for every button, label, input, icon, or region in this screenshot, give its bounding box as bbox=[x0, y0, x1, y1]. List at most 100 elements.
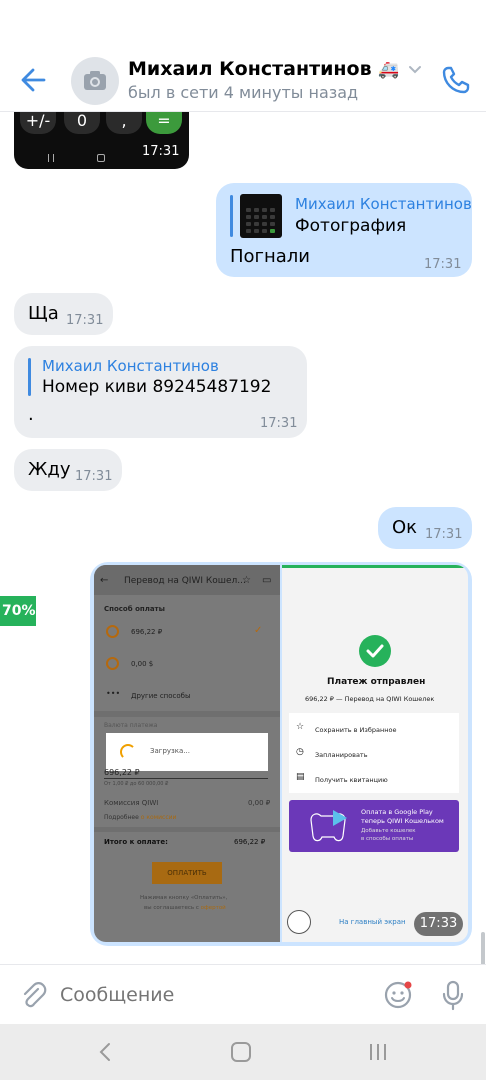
terms-link: офертой bbox=[200, 905, 226, 911]
reply-text: Фотография bbox=[295, 216, 407, 236]
back-arrow-icon[interactable] bbox=[16, 62, 52, 98]
fee-value: 0,00 ₽ bbox=[248, 799, 271, 807]
calc-key: = bbox=[146, 112, 182, 134]
screenshot-qiwi-payment[interactable]: ← Перевод на QIWI Кошел... ☆ ▭ Способ оп… bbox=[94, 565, 280, 942]
microphone-icon[interactable] bbox=[438, 979, 468, 1011]
sticker-smile-icon[interactable] bbox=[383, 980, 413, 1010]
promo-title: Оплата в Google Play bbox=[361, 808, 433, 816]
avatar[interactable] bbox=[71, 57, 119, 105]
calculator-thumbnail-icon bbox=[246, 208, 275, 233]
message-time: 17:33 bbox=[414, 912, 463, 936]
calc-key: +/- bbox=[20, 112, 56, 134]
home-icon bbox=[97, 154, 105, 162]
section-title: Способ оплаты bbox=[104, 605, 165, 613]
receipt-icon: ▤ bbox=[296, 772, 305, 782]
google-play-promo-banner[interactable]: Оплата в Google Play теперь QIWI Кошельк… bbox=[289, 800, 459, 852]
message-input-bar bbox=[0, 964, 486, 1024]
screenshot-title: Перевод на QIWI Кошел... bbox=[124, 576, 246, 586]
check-icon: ✓ bbox=[254, 625, 263, 636]
terms-text: Нажимая кнопку «Оплатить», bbox=[140, 895, 228, 901]
reply-quote-bar bbox=[28, 358, 31, 396]
phone-call-icon[interactable] bbox=[438, 62, 474, 98]
upload-progress-badge: 70% bbox=[0, 596, 36, 626]
total-value: 696,22 ₽ bbox=[234, 838, 266, 846]
promo-text-2: в способы оплаты bbox=[361, 836, 414, 842]
recent-apps-icon bbox=[48, 154, 54, 162]
terms-text: вы соглашаетесь с bbox=[144, 905, 199, 911]
paperclip-icon[interactable] bbox=[18, 980, 48, 1010]
action-save-favorites[interactable]: Сохранить в Избранное bbox=[315, 726, 396, 734]
payment-sent-subtitle: 696,22 ₽ — Перевод на QIWI Кошелек bbox=[305, 695, 435, 703]
payment-option: Другие способы bbox=[131, 692, 191, 700]
chat-header: Михаил Константинов 🚑 был в сети 4 минут… bbox=[0, 0, 486, 112]
reply-text: Номер киви 89245487192 bbox=[42, 377, 272, 397]
screenshot-payment-sent[interactable]: Платеж отправлен 696,22 ₽ — Перевод на Q… bbox=[282, 565, 468, 942]
details-link: о комиссии bbox=[140, 814, 177, 821]
camera-icon bbox=[84, 71, 106, 90]
star-icon: ☆ bbox=[296, 722, 305, 732]
nav-home-icon[interactable] bbox=[231, 1042, 251, 1062]
payment-option: 696,22 ₽ bbox=[131, 628, 163, 636]
progress-line bbox=[282, 565, 468, 568]
message-time: 17:31 bbox=[425, 527, 463, 542]
amount-value: 696,22 ₽ bbox=[104, 768, 140, 777]
action-schedule[interactable]: Запланировать bbox=[315, 751, 368, 759]
divider bbox=[104, 778, 268, 779]
calc-key: , bbox=[106, 112, 142, 134]
home-screen-link[interactable]: На главный экран bbox=[339, 918, 406, 926]
message-input[interactable] bbox=[60, 977, 360, 1013]
nav-back-icon[interactable] bbox=[94, 1040, 118, 1064]
reply-quote-bar bbox=[230, 195, 233, 237]
qiwi-logo-icon bbox=[106, 625, 119, 638]
reply-author: Михаил Константинов bbox=[42, 357, 219, 375]
spinner-icon bbox=[120, 744, 136, 760]
loading-dialog: Загрузка... bbox=[106, 733, 268, 771]
fee-label: Комиссия QIWI bbox=[104, 799, 159, 807]
chevron-down-icon[interactable] bbox=[408, 65, 422, 75]
nav-recents-icon[interactable] bbox=[366, 1040, 390, 1064]
message-text: Погнали bbox=[230, 246, 311, 267]
amount-range: От 1,00 ₽ до 60 000,00 ₽ bbox=[104, 781, 169, 787]
photo-message[interactable]: +/- 0 , = 17:31 bbox=[14, 112, 189, 169]
message-time: 17:31 bbox=[142, 144, 180, 159]
message-text: Ок bbox=[392, 517, 418, 538]
chat-icon: ▭ bbox=[262, 575, 272, 586]
success-check-icon bbox=[359, 635, 391, 667]
qiwi-logo-icon bbox=[106, 657, 119, 670]
divider bbox=[94, 711, 280, 717]
avatar-circle bbox=[287, 910, 311, 934]
reply-photo-thumbnail bbox=[240, 194, 282, 238]
pay-button[interactable]: ОПЛАТИТЬ bbox=[152, 862, 222, 884]
contact-name[interactable]: Михаил Константинов 🚑 bbox=[128, 58, 422, 80]
payment-option: 0,00 $ bbox=[131, 660, 154, 668]
promo-text: Добавьте кошелек bbox=[361, 828, 416, 834]
message-time: 17:31 bbox=[424, 257, 462, 272]
last-seen-status: был в сети 4 минуты назад bbox=[128, 83, 359, 102]
message-time: 17:31 bbox=[75, 469, 113, 484]
outgoing-message[interactable]: Михаил Константинов Фотография Погнали 1… bbox=[216, 183, 472, 277]
total-label: Итого к оплате: bbox=[104, 838, 168, 846]
scrollbar[interactable] bbox=[481, 932, 485, 964]
action-get-receipt[interactable]: Получить квитанцию bbox=[315, 776, 388, 784]
message-time: 17:31 bbox=[66, 313, 104, 328]
gamepad-icon bbox=[310, 810, 347, 842]
incoming-message[interactable]: Жду 17:31 bbox=[14, 449, 122, 491]
incoming-message[interactable]: Михаил Константинов Номер киви 892454871… bbox=[14, 346, 307, 438]
calc-key: 0 bbox=[64, 112, 100, 134]
incoming-message[interactable]: Ща 17:31 bbox=[14, 293, 113, 335]
message-text: . bbox=[28, 404, 34, 425]
message-text: Жду bbox=[28, 459, 71, 480]
chat-history[interactable]: +/- 0 , = 17:31 Михаил Константинов Фото… bbox=[0, 112, 486, 964]
divider bbox=[94, 827, 280, 832]
loading-text: Загрузка... bbox=[150, 747, 190, 755]
message-text: Ща bbox=[28, 303, 59, 324]
currency-label: Валюта платежа bbox=[104, 722, 158, 729]
message-time: 17:31 bbox=[260, 416, 298, 431]
promo-title-2: теперь QIWI Кошельком bbox=[361, 817, 444, 825]
photo-message[interactable]: ← Перевод на QIWI Кошел... ☆ ▭ Способ оп… bbox=[90, 562, 472, 946]
details-text: Подробнее bbox=[104, 814, 139, 821]
back-arrow-icon: ← bbox=[100, 575, 109, 586]
star-icon: ☆ bbox=[242, 575, 251, 586]
more-dots-icon: ••• bbox=[106, 689, 121, 698]
outgoing-message[interactable]: Ок 17:31 bbox=[378, 507, 472, 549]
